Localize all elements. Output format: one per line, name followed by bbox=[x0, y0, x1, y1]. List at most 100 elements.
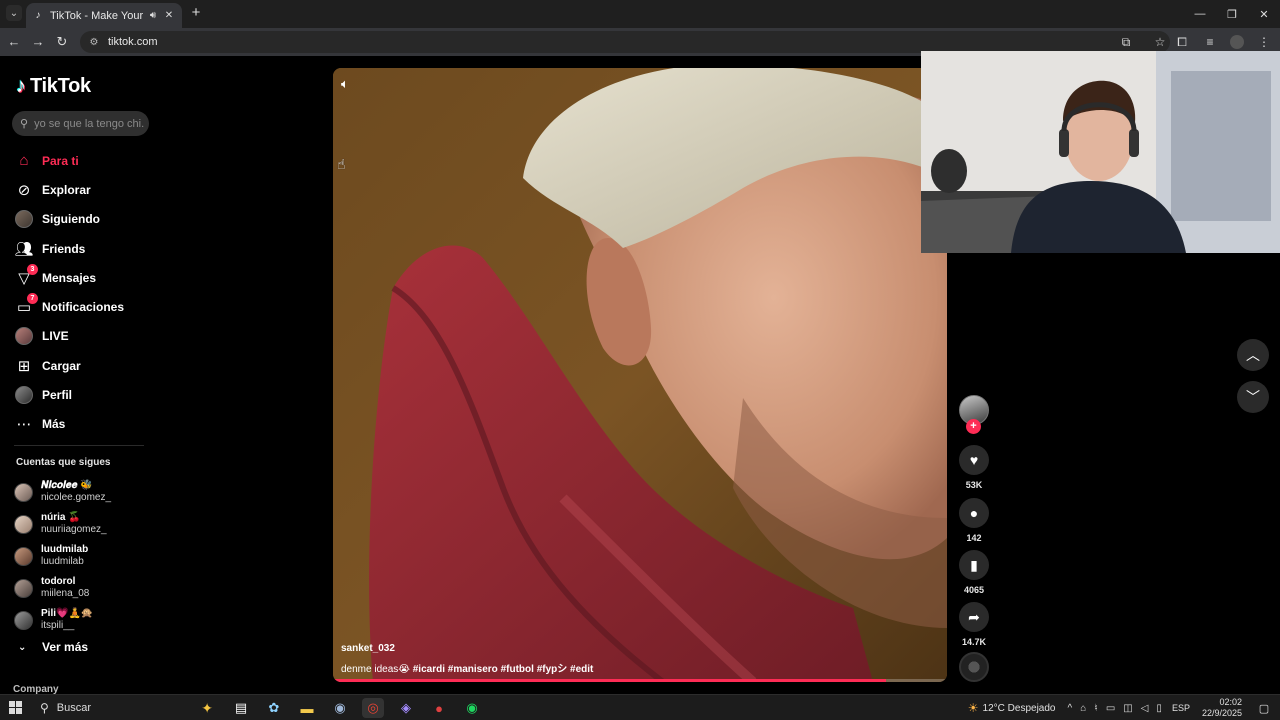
video-progress-bar[interactable] bbox=[333, 679, 947, 682]
sidebar-item-notificaciones[interactable]: ▭ 7 Notificaciones bbox=[14, 292, 154, 321]
video-player[interactable]: 🔈︎ sanket_032 denme ideas😭 #icardi #mani… bbox=[333, 68, 947, 682]
taskbar-clock[interactable]: 02:02 22/9/2025 bbox=[1202, 697, 1242, 719]
tab-search-button[interactable]: ⌄ bbox=[6, 5, 22, 21]
sidebar-item-perfil[interactable]: Perfil bbox=[14, 380, 154, 409]
hashtag-link[interactable]: #futbol bbox=[501, 664, 534, 675]
steam-icon[interactable]: ◉ bbox=[329, 698, 351, 718]
following-account[interactable]: núria 🍒 nuuriiagomez_ bbox=[14, 508, 154, 540]
hashtag-link[interactable]: #icardi bbox=[413, 664, 445, 675]
back-icon[interactable]: ← bbox=[6, 34, 22, 50]
follow-plus-icon[interactable]: + bbox=[966, 419, 981, 434]
search-input[interactable] bbox=[34, 117, 145, 130]
url-text: tiktok.com bbox=[108, 36, 158, 48]
reload-icon[interactable]: ↻ bbox=[54, 34, 70, 50]
search-icon[interactable]: ⚲ bbox=[20, 117, 28, 130]
clock-date: 22/9/2025 bbox=[1201, 708, 1242, 718]
media-control-icon[interactable]: ≡ bbox=[1202, 34, 1218, 50]
forward-icon[interactable]: → bbox=[30, 34, 46, 50]
browser-menu-icon[interactable]: ⋮ bbox=[1256, 34, 1272, 50]
start-button-icon[interactable] bbox=[9, 701, 22, 714]
hashtag-link[interactable]: #fypシ bbox=[537, 664, 568, 675]
minimize-icon[interactable]: — bbox=[1184, 0, 1216, 28]
see-more-button[interactable]: ⌄ Ver más bbox=[18, 640, 88, 654]
volume-tray-icon[interactable]: ◁ bbox=[1141, 703, 1149, 714]
restore-icon[interactable]: ❐ bbox=[1216, 0, 1248, 28]
sidebar-item-live[interactable]: LIVE bbox=[14, 322, 154, 351]
comment-button[interactable]: ● 142 bbox=[959, 498, 989, 543]
language-indicator[interactable]: ESP bbox=[1172, 703, 1190, 713]
tray-overflow-icon[interactable]: ^ bbox=[1067, 703, 1072, 714]
music-disc-icon[interactable] bbox=[959, 652, 989, 682]
video-progress-fill bbox=[333, 679, 886, 682]
taskbar-search[interactable]: ⚲ Buscar ✦ bbox=[32, 697, 217, 719]
following-account[interactable]: luudmilab luudmilab bbox=[14, 540, 154, 572]
following-account[interactable]: todorol miilena_08 bbox=[14, 572, 154, 604]
search-icon: ⚲ bbox=[40, 701, 49, 715]
mouse-cursor-icon: ☝ bbox=[337, 156, 346, 172]
install-app-icon[interactable]: ⧉ bbox=[1118, 34, 1134, 50]
taskbar-apps: ▤ ✿ ▬ ◉ ◎ ◈ ● ◉ bbox=[230, 698, 483, 718]
address-bar[interactable]: ⚙ tiktok.com bbox=[80, 31, 1170, 53]
volume-icon[interactable]: 🔈︎ bbox=[341, 76, 359, 94]
sidebar-item-label: Explorar bbox=[42, 182, 91, 197]
account-username: nuuriiagomez_ bbox=[41, 524, 107, 535]
sidebar-item-cargar[interactable]: ⊞ Cargar bbox=[14, 351, 154, 380]
search-bar[interactable]: ⚲ bbox=[12, 111, 149, 136]
copilot-icon[interactable]: ✿ bbox=[263, 698, 285, 718]
share-button[interactable]: ➦ 14.7K bbox=[959, 602, 989, 647]
spotify-icon[interactable]: ◉ bbox=[461, 698, 483, 718]
bookmark-star-icon[interactable]: ☆ bbox=[1152, 34, 1168, 50]
sidebar-item-para-ti[interactable]: ⌂ Para ti bbox=[14, 146, 154, 175]
new-tab-button[interactable]: + bbox=[188, 5, 204, 21]
weather-sun-icon: ☀ bbox=[967, 701, 979, 715]
chevron-down-icon: ⌄ bbox=[18, 641, 27, 653]
battery-icon[interactable]: ▯ bbox=[1156, 703, 1162, 714]
more-icon: ⋯ bbox=[16, 416, 32, 434]
weather-widget[interactable]: ☀ 12°C Despejado bbox=[968, 701, 1056, 715]
chevron-down-icon: ﹀ bbox=[1246, 389, 1260, 405]
site-info-icon[interactable]: ⚙ bbox=[88, 36, 100, 48]
caption-text: denme ideas😭 bbox=[341, 664, 410, 675]
sidebar-item-siguiendo[interactable]: Siguiendo bbox=[14, 205, 154, 234]
live-icon bbox=[14, 326, 34, 346]
hashtag-link[interactable]: #edit bbox=[570, 664, 593, 675]
tab-audio-icon[interactable]: 🔊︎ bbox=[146, 10, 160, 21]
previous-video-button[interactable]: ︿ bbox=[1237, 339, 1269, 371]
share-count: 14.7K bbox=[961, 637, 987, 647]
tray-display-icon[interactable]: ▭ bbox=[1106, 703, 1115, 714]
chrome-icon[interactable]: ◎ bbox=[362, 698, 384, 718]
extensions-icon[interactable]: ⧠ bbox=[1174, 34, 1190, 50]
microphone-icon[interactable]: ♮ bbox=[1094, 703, 1098, 714]
following-account[interactable]: 𝑵𝒊𝒄𝒐𝒍𝒆𝒆 🐝 nicolee.gomez_ bbox=[14, 476, 154, 508]
sidebar-item-friends[interactable]: 👥︎ Friends bbox=[14, 234, 154, 263]
copilot-sparkle-icon: ✦ bbox=[201, 699, 213, 716]
sidebar-item-mas[interactable]: ⋯ Más bbox=[14, 410, 154, 439]
tiktok-logo[interactable]: ♪ TikTok bbox=[16, 75, 91, 98]
toolbar-right: ⧠ ≡ ⋮ bbox=[1174, 34, 1272, 50]
sidebar-divider bbox=[14, 445, 144, 446]
next-video-button[interactable]: ﹀ bbox=[1237, 381, 1269, 413]
browser-tab[interactable]: ♪ TikTok - Make Your Day 🔊︎ ✕ bbox=[26, 3, 182, 28]
following-account[interactable]: Pili💗🧘🙊 itspili__ bbox=[14, 604, 154, 636]
tray-app-icon[interactable]: ⌂ bbox=[1080, 703, 1086, 714]
heart-icon: ♥ bbox=[959, 445, 989, 475]
hashtag-link[interactable]: #manisero bbox=[448, 664, 498, 675]
network-icon[interactable]: ◫ bbox=[1123, 703, 1132, 714]
tab-close-icon[interactable]: ✕ bbox=[162, 10, 176, 21]
account-username: luudmilab bbox=[41, 556, 84, 567]
save-button[interactable]: ▮ 4065 bbox=[959, 550, 989, 595]
profile-avatar-icon[interactable] bbox=[1230, 35, 1244, 49]
app-icon-red[interactable]: ● bbox=[428, 698, 450, 718]
like-button[interactable]: ♥ 53K bbox=[959, 445, 989, 490]
app-icon[interactable]: ◈ bbox=[395, 698, 417, 718]
comment-count: 142 bbox=[966, 533, 982, 543]
task-view-icon[interactable]: ▤ bbox=[230, 698, 252, 718]
sidebar-item-explorar[interactable]: ⊘ Explorar bbox=[14, 175, 154, 204]
close-window-icon[interactable]: ✕ bbox=[1248, 0, 1280, 28]
file-explorer-icon[interactable]: ▬ bbox=[296, 698, 318, 718]
notification-center-icon[interactable]: ▢ bbox=[1254, 702, 1274, 715]
sidebar-item-label: LIVE bbox=[42, 329, 69, 344]
sidebar-item-label: Para ti bbox=[42, 153, 79, 168]
video-author[interactable]: sanket_032 bbox=[341, 643, 395, 654]
sidebar-item-mensajes[interactable]: ▽ 3 Mensajes bbox=[14, 263, 154, 292]
